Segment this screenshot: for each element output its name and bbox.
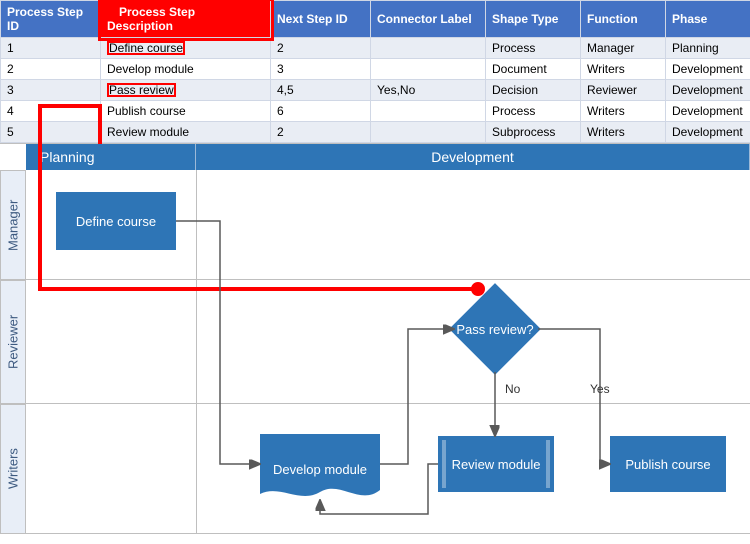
table-row: 2Develop module 3 DocumentWritersDevelop… — [1, 59, 750, 80]
hdr-phase: Phase — [666, 1, 750, 38]
label-no: No — [505, 382, 520, 396]
hdr-next-step-id: Next Step ID — [271, 1, 371, 38]
hdr-shape-type: Shape Type — [486, 1, 581, 38]
swimlane-pool: Planning Development Manager Reviewer Wr… — [0, 143, 750, 533]
table-header-row: Process Step ID Process Step Description… — [1, 1, 750, 38]
hdr-process-step-id: Process Step ID — [1, 1, 101, 38]
hdr-connector-label: Connector Label — [371, 1, 486, 38]
table-row: 1 Define course 2 ProcessManagerPlanning — [1, 38, 750, 59]
hdr-process-step-desc: Process Step Description — [101, 1, 271, 38]
connectors — [0, 144, 750, 534]
hdr-function: Function — [581, 1, 666, 38]
label-yes: Yes — [590, 382, 610, 396]
